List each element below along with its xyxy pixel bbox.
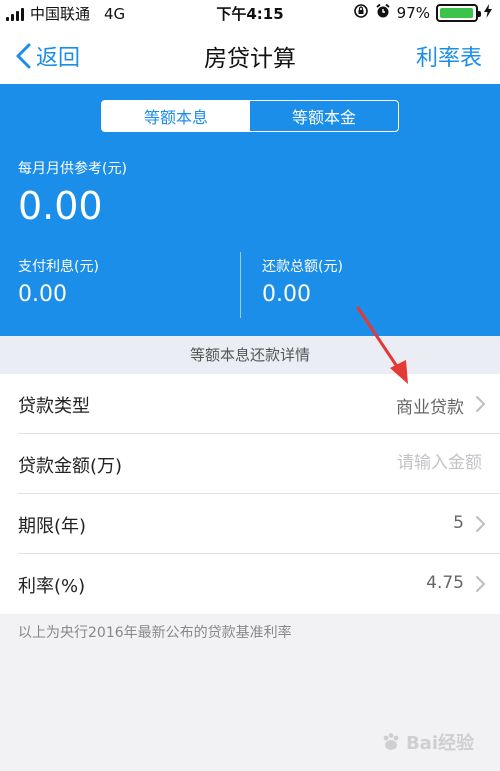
loan-type-value: 商业贷款: [396, 398, 464, 418]
chevron-right-icon: [476, 396, 485, 412]
navigation-bar: 返回 房贷计算 利率表: [0, 24, 500, 84]
term-row[interactable]: 期限(年) 5: [0, 494, 500, 554]
term-value: 5: [453, 513, 464, 533]
interest-rate-value: 4.75: [426, 573, 464, 593]
battery-fill: [440, 8, 473, 18]
tab-equal-principal[interactable]: 等额本金: [250, 101, 398, 131]
alarm-icon: [375, 3, 391, 23]
monthly-payment-value: 0.00: [18, 184, 103, 228]
paw-icon: [383, 733, 399, 750]
charging-icon: [484, 4, 492, 22]
rate-table-button[interactable]: 利率表: [416, 40, 482, 72]
battery-percent: 97%: [396, 4, 430, 22]
chevron-right-icon: [476, 516, 485, 532]
total-repayment-value: 0.00: [262, 282, 311, 307]
status-right: 97%: [353, 3, 492, 23]
summary-panel: 等额本息 等额本金 每月月供参考(元) 0.00 支付利息(元) 0.00 还款…: [0, 84, 500, 336]
total-repayment-label: 还款总额(元): [262, 259, 343, 275]
monthly-payment-label: 每月月供参考(元): [18, 161, 127, 177]
chevron-right-icon: [476, 576, 485, 592]
interest-rate-label: 利率(%): [18, 576, 86, 597]
status-bar: 中国联通 4G 下午4:15 97%: [0, 0, 500, 24]
loan-amount-label: 贷款金额(万): [18, 456, 123, 477]
interest-rate-row[interactable]: 利率(%) 4.75: [0, 554, 500, 614]
summary-divider: [240, 252, 241, 318]
repayment-method-segmented-control: 等额本息 等额本金: [101, 100, 399, 132]
rotation-lock-icon: [353, 3, 369, 23]
loan-type-label: 贷款类型: [18, 396, 90, 417]
term-label: 期限(年): [18, 516, 87, 537]
rate-footnote: 以上为央行2016年最新公布的贷款基准利率: [18, 625, 292, 641]
loan-amount-input[interactable]: [282, 453, 482, 473]
baidu-watermark: Bai经验: [380, 729, 474, 755]
watermark-text: Bai经验: [405, 733, 474, 754]
red-arrow-annotation: [356, 306, 408, 384]
interest-paid-label: 支付利息(元): [18, 259, 99, 275]
interest-paid-value: 0.00: [18, 282, 67, 307]
tab-equal-installment[interactable]: 等额本息: [102, 101, 250, 131]
loan-amount-row: 贷款金额(万): [0, 434, 500, 494]
details-section-header: 等额本息还款详情: [0, 336, 500, 374]
battery-icon: [436, 4, 481, 22]
loan-type-row[interactable]: 贷款类型 商业贷款: [0, 374, 500, 434]
